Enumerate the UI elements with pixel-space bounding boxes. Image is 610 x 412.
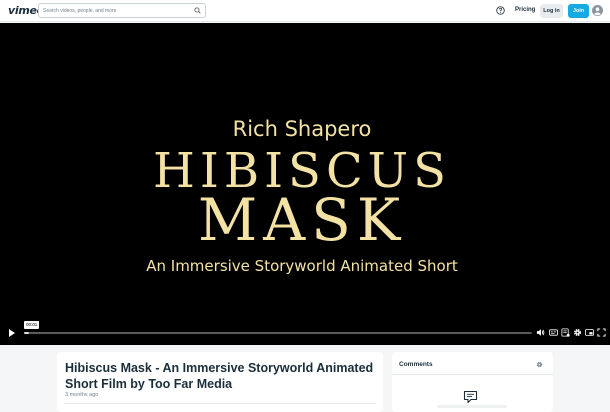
progress-fill xyxy=(24,332,30,334)
comments-panel: Comments xyxy=(392,352,553,412)
search-input[interactable] xyxy=(39,4,189,17)
video-info-card: Hibiscus Mask - An Immersive Storyworld … xyxy=(57,352,383,412)
frame-subtitle: An Immersive Storyworld Animated Short xyxy=(146,257,458,275)
pricing-link[interactable]: Pricing xyxy=(515,7,535,13)
video-title: Hibiscus Mask - An Immersive Storyworld … xyxy=(65,361,374,391)
avatar-icon[interactable] xyxy=(592,5,603,16)
join-button[interactable]: Join xyxy=(568,4,589,18)
gear-icon[interactable] xyxy=(536,361,543,368)
search-box[interactable] xyxy=(38,3,206,18)
captions-icon[interactable] xyxy=(549,328,558,337)
comment-bubble-icon xyxy=(463,390,478,404)
login-button[interactable]: Log in xyxy=(540,4,563,18)
comments-title: Comments xyxy=(399,361,433,368)
divider xyxy=(392,374,553,375)
time-tooltip: 00:01 xyxy=(24,321,40,329)
play-icon[interactable] xyxy=(8,328,16,338)
volume-icon[interactable] xyxy=(536,328,545,337)
divider xyxy=(65,403,375,404)
settings-icon[interactable] xyxy=(573,328,582,337)
fullscreen-icon[interactable] xyxy=(597,328,606,337)
help-icon[interactable] xyxy=(496,6,505,15)
chapters-icon[interactable] xyxy=(561,328,570,337)
pip-icon[interactable] xyxy=(585,328,594,337)
frame-author-text: Rich Shapero xyxy=(232,117,372,141)
upload-age: 3 months ago xyxy=(65,392,99,398)
search-icon[interactable] xyxy=(194,7,201,14)
progress-bar[interactable] xyxy=(24,332,532,334)
top-nav-bar: vimeo Pricing Log in Join xyxy=(0,0,610,22)
video-player[interactable]: Rich Shapero HIBISCUS MASK An Immersive … xyxy=(0,23,610,345)
frame-title-line2: MASK xyxy=(197,186,407,254)
